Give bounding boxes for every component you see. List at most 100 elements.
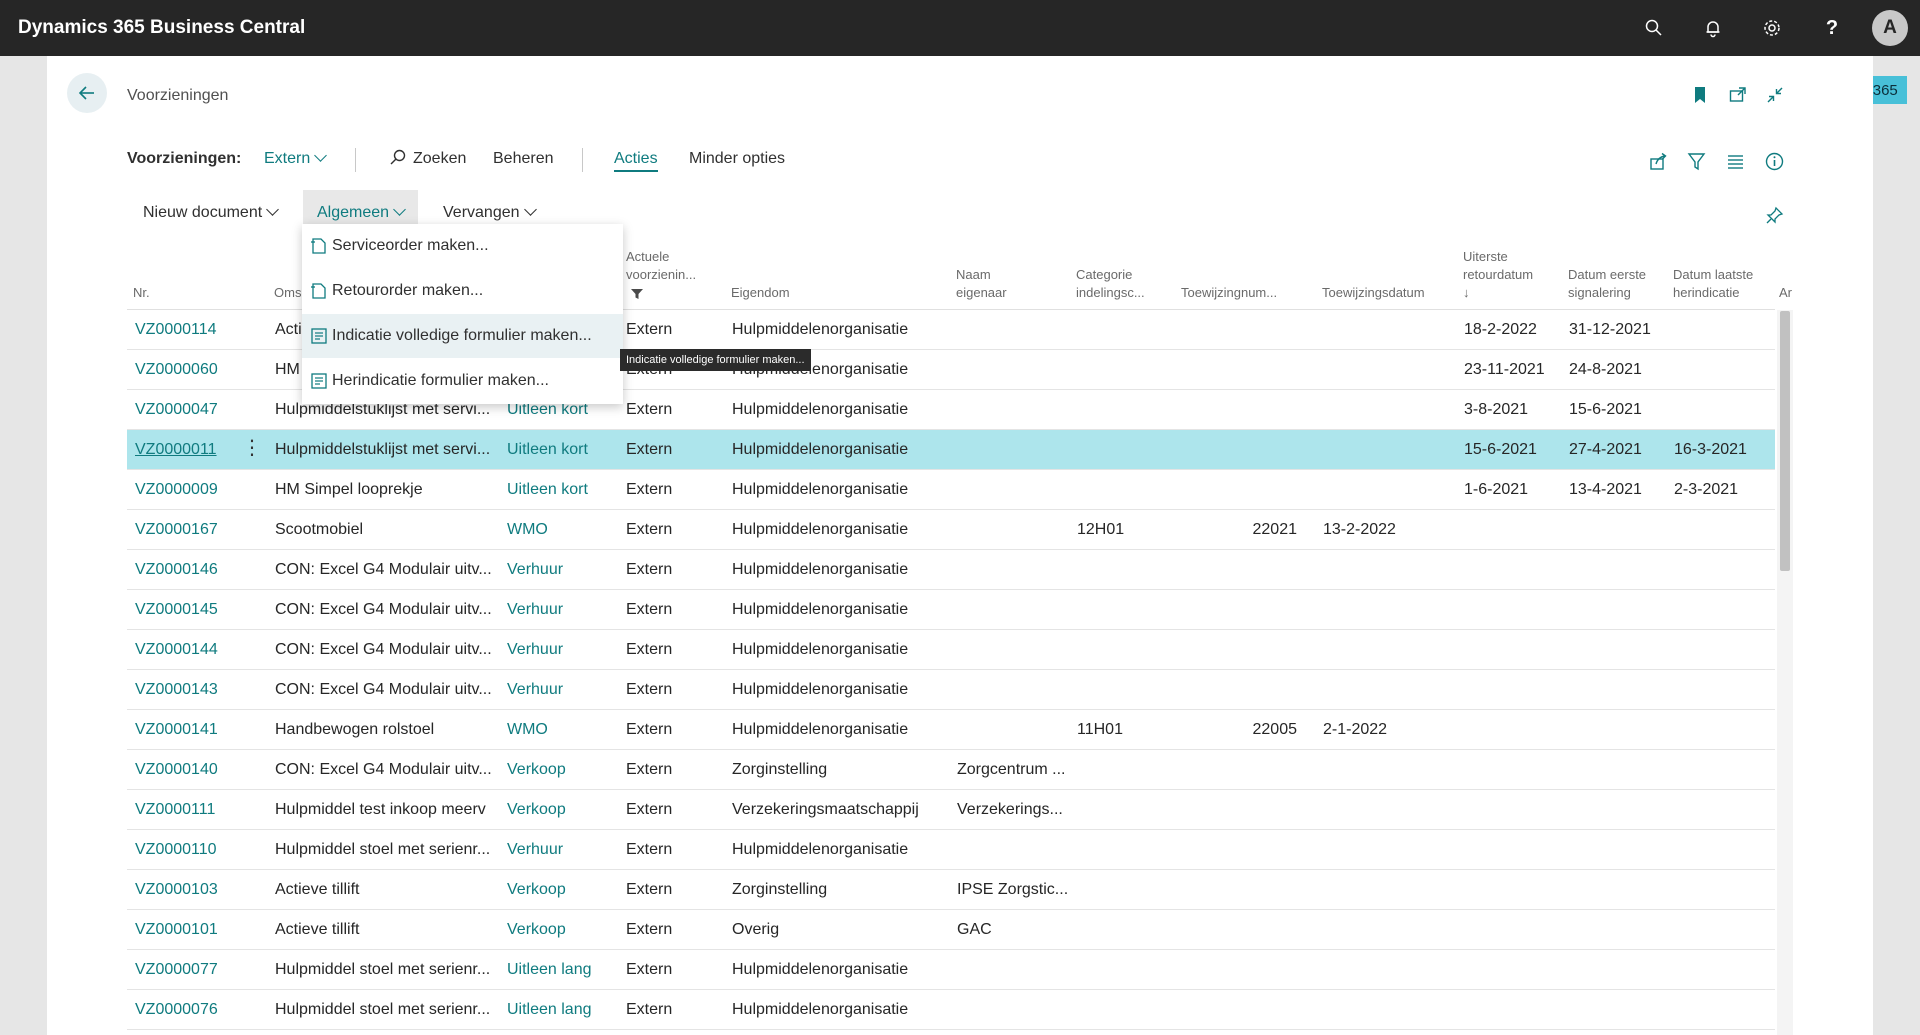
cell-nr[interactable]: VZ0000011 <box>135 430 235 469</box>
cell-type[interactable]: Uitleen kort <box>507 470 607 509</box>
cell-type[interactable]: Uitleen lang <box>507 990 607 1029</box>
cell-nr[interactable]: VZ0000101 <box>135 910 235 949</box>
cell-naam-eigenaar <box>957 590 1072 629</box>
back-button[interactable] <box>67 73 107 113</box>
cell-datum-laatste <box>1674 990 1774 1029</box>
cell-nr[interactable]: VZ0000111 <box>135 790 235 829</box>
chevron-down-icon <box>266 203 280 216</box>
cell-type[interactable]: Verhuur <box>507 590 607 629</box>
avatar[interactable]: A <box>1872 10 1908 46</box>
filter-dropdown[interactable]: Extern <box>264 128 328 190</box>
column-header-description[interactable]: Omschrijving <box>274 230 304 310</box>
column-header-actuele[interactable]: Actuele voorzienin... <box>626 230 706 310</box>
column-header-datum-laatste[interactable]: Datum laatste herindicatie <box>1673 230 1758 310</box>
cell-type[interactable]: Verkoop <box>507 750 607 789</box>
table-row[interactable]: VZ0000011 Hulpmiddelstuklijst met servi..… <box>127 430 1775 470</box>
cell-nr[interactable]: VZ0000077 <box>135 950 235 989</box>
cell-type[interactable]: Uitleen kort <box>507 430 607 469</box>
page-title: Voorzieningen <box>127 87 229 104</box>
table-row[interactable]: VZ0000144 CON: Excel G4 Modulair uitv... V… <box>127 630 1775 670</box>
cell-nr[interactable]: VZ0000047 <box>135 390 235 429</box>
table-row[interactable]: VZ0000009 HM Simpel looprekje Uitleen kort… <box>127 470 1775 510</box>
share-icon[interactable] <box>1647 150 1669 172</box>
table-row[interactable]: VZ0000103 Actieve tillift Verkoop Extern Zor… <box>127 870 1775 910</box>
column-header-naam-eigenaar[interactable]: Naam eigenaar <box>956 230 1026 310</box>
column-header-categorie[interactable]: Categorie indelingsc... <box>1076 230 1161 310</box>
cell-nr[interactable]: VZ0000144 <box>135 630 235 669</box>
cell-nr[interactable]: VZ0000146 <box>135 550 235 589</box>
column-header-ar[interactable]: Ar <box>1779 230 1797 310</box>
column-header-uiterste-retourdatum[interactable]: Uiterste retourdatum ↓ <box>1463 230 1548 310</box>
cell-nr[interactable]: VZ0000143 <box>135 670 235 709</box>
open-new-window-icon[interactable] <box>1727 84 1749 106</box>
cell-type[interactable]: WMO <box>507 510 607 549</box>
table-row[interactable]: VZ0000140 CON: Excel G4 Modulair uitv... V… <box>127 750 1775 790</box>
cell-nr[interactable]: VZ0000009 <box>135 470 235 509</box>
menu-item-create-service-order[interactable]: Serviceorder maken... <box>302 224 623 268</box>
cell-nr[interactable]: VZ0000141 <box>135 710 235 749</box>
column-header-nr[interactable]: Nr. <box>133 230 233 310</box>
menu-item-create-reindication-form[interactable]: Herindicatie formulier maken... <box>302 359 623 403</box>
new-document-label: Nieuw document <box>143 204 263 221</box>
scrollbar-thumb[interactable] <box>1780 311 1790 571</box>
cell-description: Actieve tillift <box>275 881 360 898</box>
cell-description: Hulpmiddel test inkoop meerv <box>275 801 486 818</box>
cell-type[interactable]: Verkoop <box>507 790 607 829</box>
cell-type[interactable]: WMO <box>507 710 607 749</box>
cell-nr[interactable]: VZ0000103 <box>135 870 235 909</box>
collapse-icon[interactable] <box>1764 84 1786 106</box>
menu-item-create-indication-form[interactable]: Indicatie volledige formulier maken... <box>302 314 623 358</box>
cell-type[interactable]: Verkoop <box>507 910 607 949</box>
row-menu-icon[interactable]: ⋮ <box>242 430 262 469</box>
cell-nr[interactable]: VZ0000110 <box>135 830 235 869</box>
table-row[interactable]: VZ0000111 Hulpmiddel test inkoop meerv Ver… <box>127 790 1775 830</box>
column-header-eigendom[interactable]: Eigendom <box>731 230 851 310</box>
search-button[interactable]: Zoeken <box>389 128 466 190</box>
cell-nr[interactable]: VZ0000076 <box>135 990 235 1029</box>
fewer-options-button[interactable]: Minder opties <box>689 128 785 190</box>
info-icon[interactable] <box>1763 150 1785 172</box>
app-title[interactable]: Dynamics 365 Business Central <box>18 0 305 56</box>
bell-icon[interactable] <box>1699 14 1727 42</box>
list-view-icon[interactable] <box>1724 150 1746 172</box>
cell-nr[interactable]: VZ0000060 <box>135 350 235 389</box>
cell-toewijzingnummer <box>1187 830 1297 869</box>
column-header-toewijzingsdatum[interactable]: Toewijzingsdatum <box>1322 230 1442 310</box>
table-row[interactable]: VZ0000076 Hulpmiddel stoel met serienr...… <box>127 990 1775 1030</box>
table-row[interactable]: VZ0000145 CON: Excel G4 Modulair uitv... V… <box>127 590 1775 630</box>
bookmark-icon[interactable] <box>1689 84 1711 106</box>
cell-nr[interactable]: VZ0000167 <box>135 510 235 549</box>
table-row[interactable]: VZ0000101 Actieve tillift Verkoop Extern Ove… <box>127 910 1775 950</box>
cell-nr[interactable]: VZ0000114 <box>135 310 235 349</box>
table-row[interactable]: VZ0000143 CON: Excel G4 Modulair uitv... V… <box>127 670 1775 710</box>
cell-type[interactable]: Verkoop <box>507 870 607 909</box>
cell-nr[interactable]: VZ0000140 <box>135 750 235 789</box>
filter-icon[interactable] <box>1685 150 1707 172</box>
table-row[interactable]: VZ0000146 CON: Excel G4 Modulair uitv... V… <box>127 550 1775 590</box>
cell-uiterste-retourdatum <box>1464 870 1564 909</box>
search-icon[interactable] <box>1640 14 1668 42</box>
chevron-down-icon <box>314 149 328 162</box>
table-row[interactable]: VZ0000077 Hulpmiddel stoel met serienr...… <box>127 950 1775 990</box>
gear-icon[interactable] <box>1758 14 1786 42</box>
table-row[interactable]: VZ0000167 Scootmobiel WMO Extern Hulpmiddele… <box>127 510 1775 550</box>
pin-icon[interactable] <box>1763 204 1785 226</box>
column-header-datum-eerste[interactable]: Datum eerste signalering <box>1568 230 1648 310</box>
cell-type[interactable]: Verhuur <box>507 830 607 869</box>
column-header-toewijzingnummer[interactable]: Toewijzingnum... <box>1181 230 1301 310</box>
table-row[interactable]: VZ0000141 Handbewogen rolstoel WMO Extern Hu… <box>127 710 1775 750</box>
cell-type[interactable]: Verhuur <box>507 670 607 709</box>
cell-datum-eerste: 13-4-2021 <box>1569 481 1642 498</box>
actions-tab[interactable]: Acties <box>614 128 658 190</box>
cell-eigendom: Hulpmiddelenorganisatie <box>732 641 909 658</box>
cell-nr[interactable]: VZ0000145 <box>135 590 235 629</box>
menu-item-create-return-order[interactable]: Retourorder maken... <box>302 269 623 313</box>
cell-type[interactable]: Verhuur <box>507 550 607 589</box>
cell-categorie <box>1077 950 1157 989</box>
cell-type[interactable]: Uitleen lang <box>507 950 607 989</box>
help-icon[interactable]: ? <box>1818 14 1846 42</box>
cell-type[interactable]: Verhuur <box>507 630 607 669</box>
manage-button[interactable]: Beheren <box>493 128 554 190</box>
table-row[interactable]: VZ0000110 Hulpmiddel stoel met serienr...… <box>127 830 1775 870</box>
cell-naam-eigenaar <box>957 390 1072 429</box>
